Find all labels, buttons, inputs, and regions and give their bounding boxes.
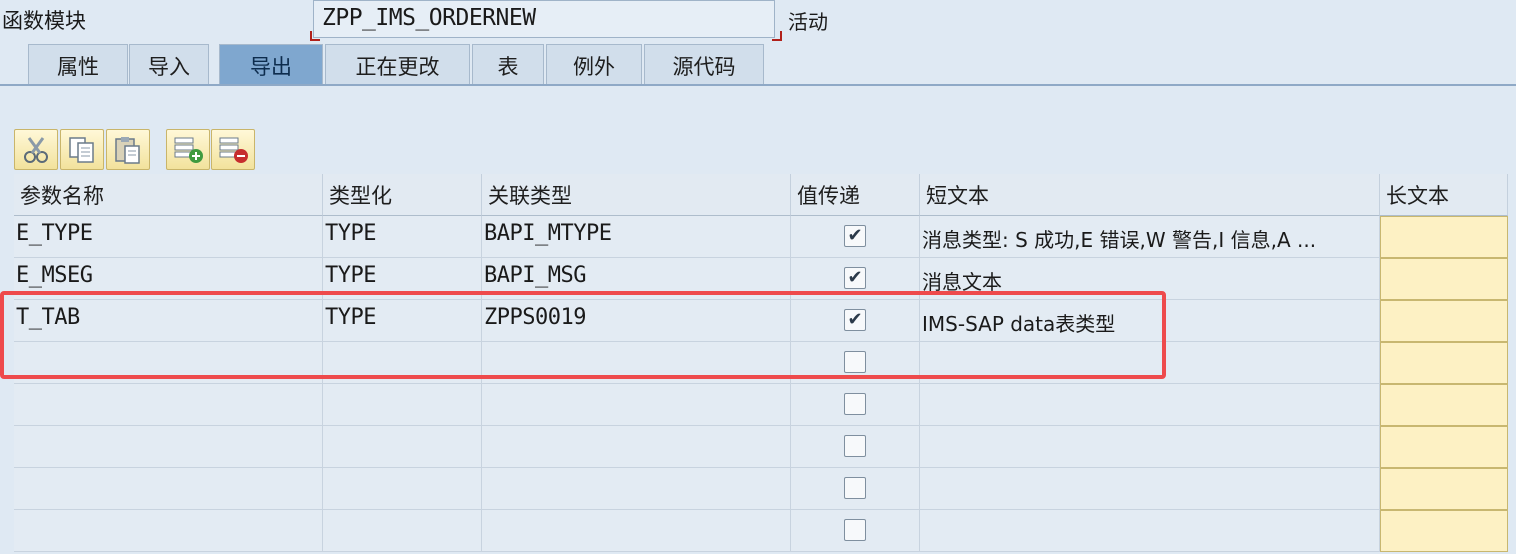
cell-long-text[interactable] (1380, 342, 1508, 384)
table-row[interactable] (14, 426, 1508, 468)
cell-reference-type[interactable] (482, 426, 791, 468)
tab-underline (0, 84, 1516, 86)
cell-pass-value (791, 468, 920, 510)
copy-icon (69, 137, 94, 163)
pass-value-checkbox[interactable] (844, 393, 866, 415)
cell-short-text[interactable] (920, 468, 1380, 510)
function-module-label: 函数模块 (2, 9, 86, 33)
tab-exceptions[interactable]: 例外 (546, 44, 642, 85)
pass-value-checkbox[interactable] (844, 477, 866, 499)
function-module-name-field[interactable]: ZPP_IMS_ORDERNEW (310, 0, 782, 41)
pass-value-checkbox[interactable]: ✔ (844, 225, 866, 247)
cell-short-text[interactable] (920, 510, 1380, 552)
cell-param-name[interactable] (14, 468, 323, 510)
copy-button[interactable] (60, 129, 104, 170)
insert-row-icon (174, 137, 203, 163)
cell-pass-value (791, 342, 920, 384)
cell-reference-type[interactable] (482, 510, 791, 552)
insert-row-button[interactable] (166, 129, 210, 170)
cell-param-name[interactable] (14, 426, 323, 468)
cell-reference-type[interactable] (482, 468, 791, 510)
cell-long-text[interactable] (1380, 216, 1508, 258)
table-row[interactable] (14, 384, 1508, 426)
table-row[interactable]: E_TYPE TYPE BAPI_MTYPE ✔ 消息类型: S 成功,E 错误,W 警… (14, 216, 1508, 258)
pass-value-checkbox[interactable]: ✔ (844, 267, 866, 289)
cell-reference-type[interactable] (482, 342, 791, 384)
table-row[interactable]: E_MSEG TYPE BAPI_MSG ✔ 消息文本 (14, 258, 1508, 300)
cell-pass-value (791, 510, 920, 552)
cut-icon (24, 137, 48, 163)
cell-param-name[interactable]: E_MSEG (14, 258, 323, 300)
table-row[interactable] (14, 510, 1508, 552)
cell-typing[interactable] (323, 510, 482, 552)
cell-typing[interactable] (323, 342, 482, 384)
cell-long-text[interactable] (1380, 384, 1508, 426)
cell-param-name[interactable] (14, 342, 323, 384)
column-header-typing[interactable]: 类型化 (323, 174, 482, 216)
cell-short-text[interactable]: 消息类型: S 成功,E 错误,W 警告,I 信息,A ... (920, 216, 1380, 258)
column-header-short-text[interactable]: 短文本 (920, 174, 1380, 216)
cell-typing[interactable]: TYPE (323, 216, 482, 258)
cell-short-text[interactable] (920, 342, 1380, 384)
paste-button[interactable] (106, 129, 150, 170)
cell-long-text[interactable] (1380, 300, 1508, 342)
column-header-pass-value[interactable]: 值传递 (791, 174, 920, 216)
cell-typing[interactable] (323, 468, 482, 510)
column-header-reference-type[interactable]: 关联类型 (482, 174, 791, 216)
cell-typing[interactable]: TYPE (323, 258, 482, 300)
status-text: 活动 (788, 10, 828, 34)
cell-pass-value: ✔ (791, 216, 920, 258)
pass-value-checkbox[interactable] (844, 351, 866, 373)
pass-value-checkbox[interactable] (844, 435, 866, 457)
cell-pass-value: ✔ (791, 258, 920, 300)
cell-long-text[interactable] (1380, 258, 1508, 300)
column-header-long-text[interactable]: 长文本 (1380, 174, 1508, 216)
cell-short-text[interactable]: 消息文本 (920, 258, 1380, 300)
cell-pass-value (791, 426, 920, 468)
tab-changing[interactable]: 正在更改 (325, 44, 470, 85)
cell-reference-type[interactable]: ZPPS0019 (482, 300, 791, 342)
pass-value-checkbox[interactable] (844, 519, 866, 541)
tab-source-code[interactable]: 源代码 (644, 44, 764, 85)
cell-typing[interactable]: TYPE (323, 300, 482, 342)
table-row[interactable] (14, 342, 1508, 384)
cell-reference-type[interactable]: BAPI_MTYPE (482, 216, 791, 258)
cut-button[interactable] (14, 129, 58, 170)
cell-param-name[interactable]: E_TYPE (14, 216, 323, 258)
cell-pass-value (791, 384, 920, 426)
table-row[interactable] (14, 468, 1508, 510)
cell-long-text[interactable] (1380, 468, 1508, 510)
delete-row-button[interactable] (211, 129, 255, 170)
cell-typing[interactable] (323, 384, 482, 426)
cell-param-name[interactable]: T_TAB (14, 300, 323, 342)
function-module-header: 函数模块 ZPP_IMS_ORDERNEW 活动 (0, 0, 1516, 44)
tab-tables[interactable]: 表 (472, 44, 544, 85)
cell-pass-value: ✔ (791, 300, 920, 342)
table-row[interactable]: T_TAB TYPE ZPPS0019 ✔ IMS-SAP data表类型 (14, 300, 1508, 342)
cell-long-text[interactable] (1380, 426, 1508, 468)
tab-attributes[interactable]: 属性 (28, 44, 128, 85)
tab-export[interactable]: 导出 (219, 44, 323, 85)
pass-value-checkbox[interactable]: ✔ (844, 309, 866, 331)
tab-strip: 属性 导入 导出 正在更改 表 例外 源代码 (0, 44, 1516, 86)
cell-short-text[interactable] (920, 426, 1380, 468)
cell-reference-type[interactable]: BAPI_MSG (482, 258, 791, 300)
cell-long-text[interactable] (1380, 510, 1508, 552)
cell-param-name[interactable] (14, 510, 323, 552)
cell-short-text[interactable]: IMS-SAP data表类型 (920, 300, 1380, 342)
cell-param-name[interactable] (14, 384, 323, 426)
column-header-param-name[interactable]: 参数名称 (14, 174, 323, 216)
tab-import[interactable]: 导入 (129, 44, 209, 85)
cell-typing[interactable] (323, 426, 482, 468)
paste-icon (115, 137, 140, 164)
cell-reference-type[interactable] (482, 384, 791, 426)
cell-short-text[interactable] (920, 384, 1380, 426)
delete-row-icon (219, 137, 248, 163)
